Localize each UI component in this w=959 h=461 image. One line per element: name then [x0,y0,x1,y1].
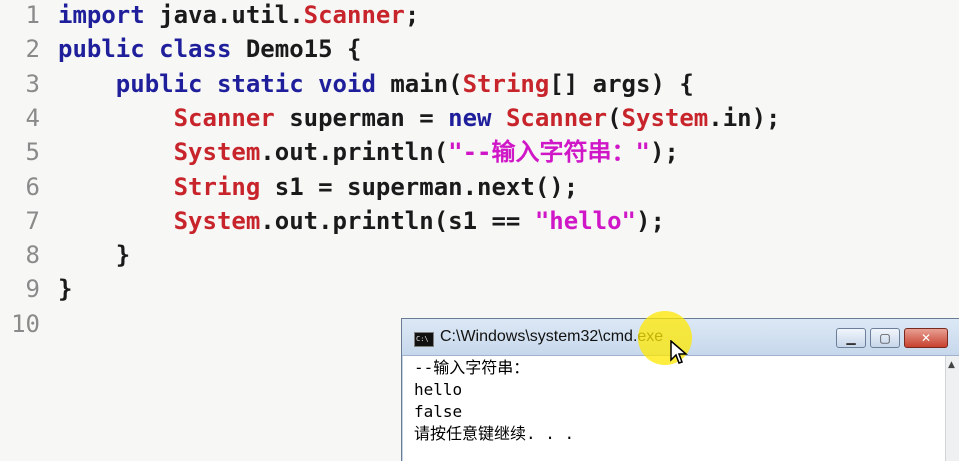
line-number: 6 [25,172,40,201]
code-line[interactable]: 2 public class Demo15 { [0,32,959,66]
code-token: } [58,241,131,270]
close-icon: ✕ [920,331,932,345]
cmd-titlebar[interactable]: C:\ C:\Windows\system32\cmd.exe ▁ ▢ ✕ [402,311,959,365]
code-token: java.util. [159,1,304,29]
maximize-icon: ▢ [879,331,891,345]
code-text: } [58,272,72,306]
minimize-icon: ▁ [846,331,856,345]
code-token: static [216,69,319,98]
code-token: Scanner [505,103,608,132]
code-token: Demo15 { [245,35,362,64]
maximize-button[interactable]: ▢ [870,328,900,348]
cmd-window[interactable]: C:\ C:\Windows\system32\cmd.exe ▁ ▢ ✕ --… [401,311,959,461]
code-line[interactable]: 9} [0,272,959,306]
code-text: } [58,238,130,272]
cmd-window-title: C:\Windows\system32\cmd.exe [440,328,664,345]
console-output[interactable]: --输入字符串： hello false 请按任意键继续. . . [414,357,940,445]
code-token: .in); [708,103,781,132]
code-token: import [58,1,160,29]
line-number: 1 [25,1,40,29]
code-line[interactable]: 3 public static void main(String[] args)… [0,67,959,101]
line-number: 7 [25,206,40,235]
line-number: 4 [25,103,40,132]
code-text: public static void main(String[] args) { [58,67,694,101]
code-token: Scanner [303,1,405,29]
code-token: System [173,138,261,167]
code-token: String [462,69,550,98]
code-token: new [448,103,506,132]
code-token: public [58,35,160,64]
code-token: System [173,206,261,235]
code-token: "--输入字符串：" [448,138,650,167]
code-text: String s1 = superman.next(); [58,170,579,204]
code-token: void [318,69,391,98]
code-line[interactable]: 4 Scanner superman = new Scanner(System.… [0,101,959,135]
code-token: ( [607,103,622,132]
code-token: class [159,35,246,64]
scroll-up-icon[interactable]: ▲ [948,360,955,370]
code-token: [] args) { [549,69,694,98]
code-token: main( [390,69,463,98]
console-line: false [414,402,463,421]
code-token: Scanner [173,103,275,132]
code-token: superman = [274,103,449,132]
code-line[interactable]: 5 System.out.println("--输入字符串："); [0,135,959,169]
code-token: s1 = superman.next(); [260,172,579,201]
code-text: Scanner superman = new Scanner(System.in… [58,101,781,135]
cmd-icon: C:\ [414,332,434,347]
code-token: "hello" [534,206,636,235]
screen: 1 import java.util.Scanner; 2 public class … [0,0,959,461]
code-token: public [58,69,217,98]
code-token: ; [404,1,420,29]
code-line[interactable]: 8 } [0,238,959,272]
code-line[interactable]: 6 String s1 = superman.next(); [0,170,959,204]
code-line[interactable]: 7 System.out.println(s1 == "hello"); [0,204,959,238]
code-text: public class Demo15 { [58,32,361,66]
vertical-scrollbar[interactable]: ▲ [945,356,959,461]
code-token: String [173,172,261,201]
code-token: } [58,275,73,304]
code-text: System.out.println(s1 == "hello"); [58,204,665,238]
code-text: System.out.println("--输入字符串："); [58,135,679,169]
console-line: --输入字符串： [414,358,530,377]
console-line: hello [414,380,463,399]
line-number: 5 [25,138,40,167]
code-token: System [621,103,709,132]
line-number: 3 [25,69,40,98]
code-token: .out.println( [260,138,449,167]
code-token: ); [636,206,665,235]
code-token: .out.println(s1 == [260,206,535,235]
code-token: ); [649,138,679,167]
line-number: 10 [11,309,40,338]
line-number: 2 [25,35,40,64]
line-number: 9 [25,275,40,304]
minimize-button[interactable]: ▁ [836,328,866,348]
console-line: 请按任意键继续. . . [414,424,575,443]
code-line[interactable]: 1 import java.util.Scanner; [0,0,959,32]
line-number: 8 [25,241,40,270]
code-text: import java.util.Scanner; [58,0,419,32]
close-button[interactable]: ✕ [904,328,948,348]
